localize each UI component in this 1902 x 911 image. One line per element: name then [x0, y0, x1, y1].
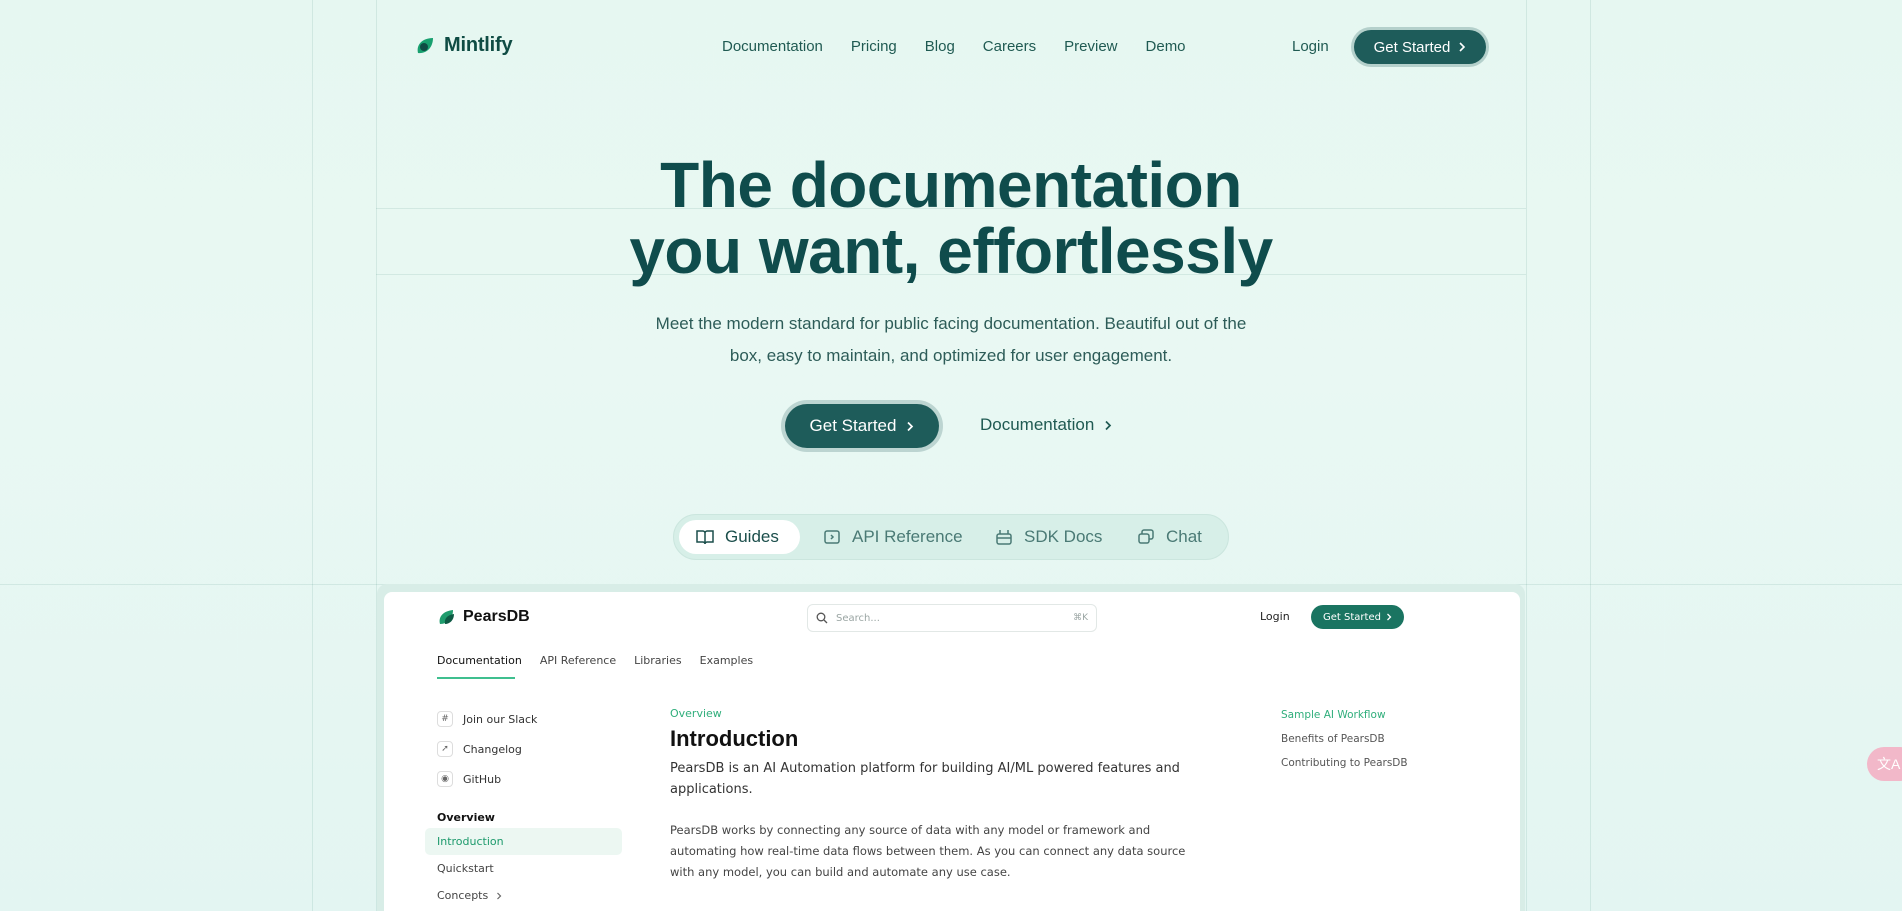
hero-get-started-button[interactable]: Get Started [785, 404, 939, 448]
nav-link-pricing[interactable]: Pricing [851, 38, 897, 55]
preview-tab-underline [437, 677, 515, 679]
main-nav: Documentation Pricing Blog Careers Previ… [722, 38, 1186, 55]
grid-line [1590, 0, 1591, 911]
content-lead: PearsDB is an AI Automation platform for… [670, 761, 1180, 797]
sidebar-link-slack[interactable]: # Join our Slack [437, 704, 637, 734]
sidebar-section-overview: Overview [437, 810, 495, 824]
tab-sdk-docs-label: SDK Docs [1024, 527, 1103, 546]
chevron-right-icon [497, 892, 502, 899]
nav-link-documentation[interactable]: Documentation [722, 38, 823, 55]
preview-get-started-button[interactable]: Get Started [1311, 605, 1404, 629]
header-get-started-button[interactable]: Get Started [1354, 30, 1486, 64]
content-heading: Introduction [670, 726, 799, 751]
content-eyebrow: Overview [670, 707, 722, 720]
preview-search-placeholder: Search... [836, 612, 880, 624]
preview-brand-logo[interactable]: PearsDB [437, 607, 530, 627]
mintlify-leaf-icon [417, 37, 433, 53]
hero-documentation-label: Documentation [980, 415, 1095, 434]
hero-title: The documentation you want, effortlessly [0, 152, 1902, 284]
chevron-right-icon [1459, 42, 1466, 52]
nav-link-careers[interactable]: Careers [983, 38, 1036, 55]
nav-link-demo[interactable]: Demo [1146, 38, 1186, 55]
chevron-right-icon [1105, 420, 1112, 430]
github-icon: ◉ [437, 771, 453, 787]
preview-get-started-label: Get Started [1323, 611, 1381, 623]
package-icon [996, 530, 1012, 545]
tab-guides[interactable]: Guides [679, 520, 800, 554]
preview-brand-name: PearsDB [463, 608, 530, 625]
docs-preview: PearsDB Search... ⌘K Login Get Started D… [384, 592, 1520, 911]
product-tab-switcher: Guides API Reference SDK Docs Chat [673, 514, 1229, 560]
hero-subtitle: Meet the modern standard for public faci… [655, 314, 1247, 365]
sidebar-item-quickstart[interactable]: Quickstart [437, 855, 637, 882]
book-icon [696, 530, 714, 545]
tab-api-reference[interactable]: API Reference [822, 520, 963, 554]
tab-guides-label: Guides [725, 527, 779, 546]
sidebar-link-slack-label: Join our Slack [463, 712, 538, 726]
grid-line [312, 0, 313, 911]
table-of-contents: Sample AI Workflow Benefits of PearsDB C… [1281, 709, 1408, 781]
translate-floating-button[interactable]: 文A [1867, 747, 1902, 781]
grid-line [1526, 0, 1527, 911]
content-body: PearsDB works by connecting any source o… [670, 823, 1186, 879]
sidebar-link-github[interactable]: ◉ GitHub [437, 764, 637, 794]
api-icon [824, 530, 840, 544]
sidebar-item-concepts-label: Concepts [437, 889, 489, 902]
toc-item-sample-ai-workflow[interactable]: Sample AI Workflow [1281, 709, 1408, 733]
tab-sdk-docs[interactable]: SDK Docs [994, 520, 1102, 554]
hero-title-line-2: you want, effortlessly [629, 215, 1273, 287]
sidebar-link-github-label: GitHub [463, 772, 502, 786]
hero-documentation-link[interactable]: Documentation [980, 415, 1112, 435]
preview-sidebar: # Join our Slack ➚ Changelog ◉ GitHub Ov… [425, 704, 637, 909]
chevron-right-icon [1387, 613, 1392, 621]
slack-icon: # [437, 711, 453, 727]
tab-chat[interactable]: Chat [1136, 520, 1202, 554]
sidebar-link-changelog[interactable]: ➚ Changelog [437, 734, 637, 764]
hero-get-started-label: Get Started [809, 416, 897, 435]
sidebar-item-concepts[interactable]: Concepts [437, 882, 637, 909]
tab-api-reference-label: API Reference [852, 527, 963, 546]
hero-title-line-1: The documentation [660, 149, 1242, 221]
sidebar-link-changelog-label: Changelog [463, 742, 522, 756]
pear-leaf-icon [439, 610, 454, 624]
search-icon [816, 612, 828, 624]
toc-item-benefits[interactable]: Benefits of PearsDB [1281, 733, 1408, 757]
translate-icon: 文A [1877, 756, 1901, 772]
header-get-started-label: Get Started [1373, 38, 1451, 56]
nav-link-blog[interactable]: Blog [925, 38, 955, 55]
preview-tabs: Documentation API Reference Libraries Ex… [437, 654, 753, 667]
login-link[interactable]: Login [1292, 38, 1329, 55]
brand-name: Mintlify [444, 34, 513, 56]
nav-link-preview[interactable]: Preview [1064, 38, 1117, 55]
sidebar-item-introduction[interactable]: Introduction [425, 828, 622, 855]
site-header: Mintlify Documentation Pricing Blog Care… [0, 0, 1902, 96]
preview-search-shortcut: ⌘K [1073, 613, 1088, 623]
preview-tab-api-reference[interactable]: API Reference [540, 654, 616, 667]
chat-icon [1138, 529, 1154, 544]
preview-tab-libraries[interactable]: Libraries [634, 654, 682, 667]
toc-item-contributing[interactable]: Contributing to PearsDB [1281, 757, 1408, 781]
rocket-icon: ➚ [437, 741, 453, 757]
preview-tab-examples[interactable]: Examples [700, 654, 753, 667]
preview-tab-documentation[interactable]: Documentation [437, 654, 522, 667]
tab-chat-label: Chat [1166, 527, 1202, 546]
chevron-right-icon [907, 421, 914, 431]
preview-content: Overview Introduction PearsDB is an AI A… [670, 707, 1210, 883]
preview-search-input[interactable]: Search... ⌘K [807, 604, 1097, 632]
preview-login-link[interactable]: Login [1260, 610, 1290, 623]
brand-logo[interactable]: Mintlify [414, 34, 513, 57]
